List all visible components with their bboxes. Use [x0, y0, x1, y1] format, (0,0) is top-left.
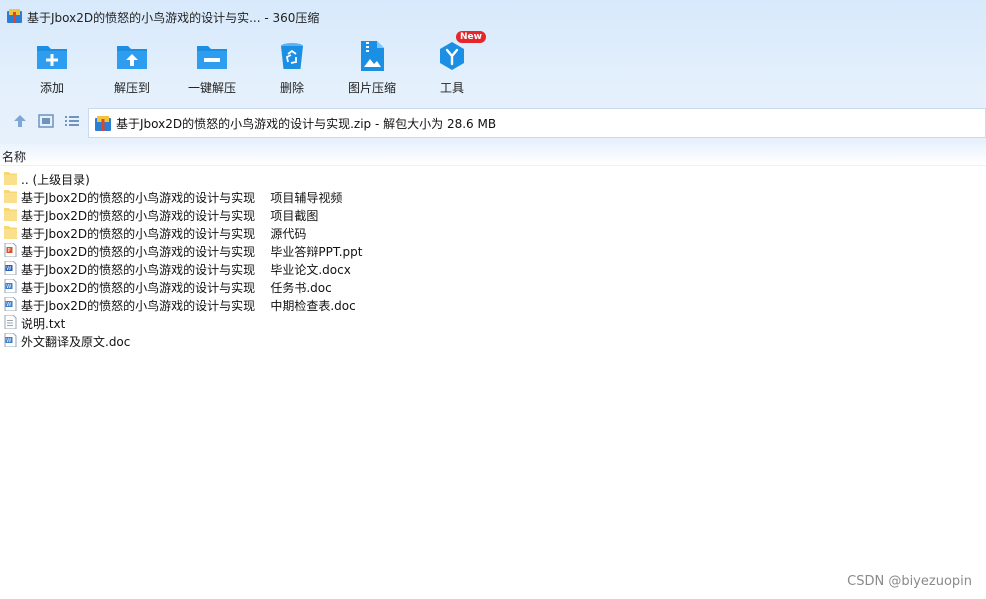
list-item[interactable]: 说明.txt — [0, 313, 986, 331]
file-name: 外文翻译及原文.doc — [21, 335, 131, 349]
txt-file-icon — [4, 315, 17, 329]
quick-extract-button[interactable]: 一键解压 — [187, 36, 237, 98]
column-name-header[interactable]: 名称 — [2, 148, 26, 165]
folder-icon — [4, 226, 17, 239]
thumbnail-view-icon[interactable] — [38, 113, 54, 129]
folder-icon — [4, 190, 17, 203]
file-name: 基于Jbox2D的愤怒的小鸟游戏的设计与实现 项目截图 — [21, 209, 319, 223]
file-name: 基于Jbox2D的愤怒的小鸟游戏的设计与实现 中期检查表.doc — [21, 299, 356, 313]
recycle-bin-icon — [281, 43, 303, 69]
image-compress-button[interactable]: 图片压缩 — [347, 36, 397, 98]
doc-file-icon: W — [4, 279, 17, 293]
title-bar: 基于Jbox2D的愤怒的小鸟游戏的设计与实... - 360压缩 — [0, 0, 986, 32]
up-arrow-icon[interactable] — [12, 113, 28, 129]
list-item[interactable]: W 基于Jbox2D的愤怒的小鸟游戏的设计与实现 中期检查表.doc — [0, 295, 986, 313]
list-item[interactable]: W 外文翻译及原文.doc — [0, 331, 986, 349]
list-view-icon[interactable] — [64, 113, 80, 129]
list-item[interactable]: W 基于Jbox2D的愤怒的小鸟游戏的设计与实现 任务书.doc — [0, 277, 986, 295]
svg-text:W: W — [6, 302, 11, 308]
extract-to-label: 解压到 — [114, 81, 151, 95]
file-name: 基于Jbox2D的愤怒的小鸟游戏的设计与实现 项目辅导视频 — [21, 191, 343, 205]
watermark: CSDN @biyezuopin — [847, 574, 972, 589]
file-list: .. (上级目录) 基于Jbox2D的愤怒的小鸟游戏的设计与实现 项目辅导视频 … — [0, 169, 986, 349]
folder-add-icon — [37, 46, 67, 69]
ppt-file-icon: P — [4, 243, 17, 257]
navigation-bar: 基于Jbox2D的愤怒的小鸟游戏的设计与实现.zip - 解包大小为 28.6 … — [0, 106, 986, 138]
file-name: 基于Jbox2D的愤怒的小鸟游戏的设计与实现 源代码 — [21, 227, 307, 241]
window-title: 基于Jbox2D的愤怒的小鸟游戏的设计与实... - 360压缩 — [27, 11, 320, 25]
folder-extract-icon — [117, 46, 147, 69]
column-header: 名称 — [0, 144, 986, 166]
list-item[interactable]: 基于Jbox2D的愤怒的小鸟游戏的设计与实现 源代码 — [0, 223, 986, 241]
toolbar: 添加 解压到 一键解压 删除 图片压缩 New 工具 — [0, 31, 986, 98]
folder-icon — [4, 208, 17, 221]
list-item-parent-directory[interactable]: .. (上级目录) — [0, 169, 986, 187]
extract-to-button[interactable]: 解压到 — [114, 36, 150, 98]
svg-text:W: W — [6, 284, 11, 290]
file-name: 基于Jbox2D的愤怒的小鸟游戏的设计与实现 毕业论文.docx — [21, 263, 351, 277]
delete-button[interactable]: 删除 — [279, 36, 305, 98]
list-item[interactable]: P 基于Jbox2D的愤怒的小鸟游戏的设计与实现 毕业答辩PPT.ppt — [0, 241, 986, 259]
doc-file-icon: W — [4, 297, 17, 311]
add-label: 添加 — [39, 81, 64, 95]
svg-text:W: W — [6, 266, 11, 272]
zip-file-icon — [95, 115, 111, 131]
svg-text:W: W — [6, 338, 11, 344]
quick-extract-label: 一键解压 — [187, 81, 236, 95]
tools-label: 工具 — [439, 81, 464, 95]
folder-icon — [4, 172, 17, 185]
folder-quick-extract-icon — [197, 46, 227, 69]
list-item[interactable]: 基于Jbox2D的愤怒的小鸟游戏的设计与实现 项目辅导视频 — [0, 187, 986, 205]
image-compress-label: 图片压缩 — [347, 81, 396, 95]
delete-label: 删除 — [279, 81, 304, 95]
add-button[interactable]: 添加 — [37, 36, 67, 98]
archive-app-icon — [7, 9, 22, 23]
doc-file-icon: W — [4, 333, 17, 347]
new-badge: New — [456, 31, 486, 43]
image-compress-icon — [361, 41, 384, 71]
list-item[interactable]: 基于Jbox2D的愤怒的小鸟游戏的设计与实现 项目截图 — [0, 205, 986, 223]
file-name: 说明.txt — [21, 317, 66, 331]
archive-path: 基于Jbox2D的愤怒的小鸟游戏的设计与实现.zip - 解包大小为 28.6 … — [116, 116, 497, 131]
docx-file-icon: W — [4, 261, 17, 275]
tools-button[interactable]: New 工具 — [438, 31, 486, 98]
list-item[interactable]: W 基于Jbox2D的愤怒的小鸟游戏的设计与实现 毕业论文.docx — [0, 259, 986, 277]
svg-text:P: P — [8, 248, 11, 254]
tools-icon — [440, 42, 464, 70]
file-name: 基于Jbox2D的愤怒的小鸟游戏的设计与实现 任务书.doc — [21, 281, 332, 295]
file-name: 基于Jbox2D的愤怒的小鸟游戏的设计与实现 毕业答辩PPT.ppt — [21, 245, 363, 259]
file-name: .. (上级目录) — [21, 173, 90, 187]
address-bar[interactable]: 基于Jbox2D的愤怒的小鸟游戏的设计与实现.zip - 解包大小为 28.6 … — [88, 108, 986, 138]
